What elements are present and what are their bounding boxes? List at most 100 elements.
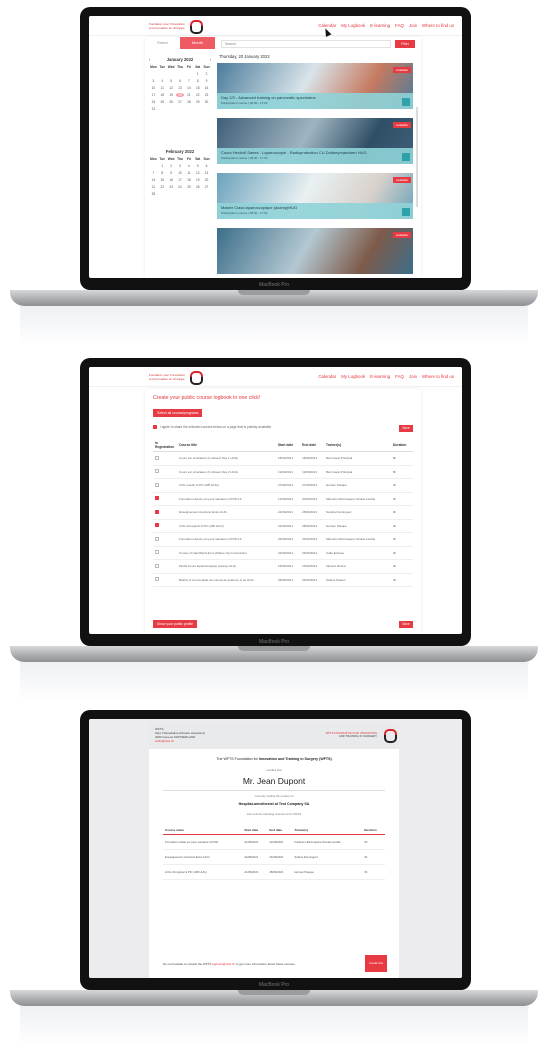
calendar-day[interactable]: 3 (149, 79, 158, 83)
calendar-day[interactable]: 14 (149, 178, 158, 182)
contact-link[interactable]: logbook@wfts.ch (212, 962, 235, 966)
calendar-day[interactable]: 7 (149, 171, 158, 175)
nav-faq[interactable]: FAQ (395, 23, 404, 28)
select-cell[interactable] (153, 519, 177, 533)
calendar-day[interactable]: 11 (184, 171, 193, 175)
select-cell[interactable] (153, 451, 177, 466)
save-button[interactable]: Save (399, 425, 413, 432)
row-checkbox[interactable] (155, 523, 159, 528)
open-event-button[interactable] (402, 208, 410, 216)
calendar-day[interactable]: 16 (167, 178, 176, 182)
calendar-day[interactable]: 8 (193, 79, 202, 83)
select-cell[interactable] (153, 505, 177, 520)
select-cell[interactable] (153, 465, 177, 479)
calendar-day[interactable]: 21 (149, 185, 158, 189)
row-checkbox[interactable] (155, 536, 159, 541)
nav-elearning[interactable]: E-learning (370, 23, 390, 28)
calendar-day[interactable]: 9 (202, 79, 211, 83)
calendar-day[interactable]: 6 (202, 164, 211, 168)
row-checkbox[interactable] (155, 482, 159, 487)
agree-checkbox-row[interactable]: I agree to share the selected courses be… (153, 425, 271, 429)
calendar-day[interactable]: 30 (202, 100, 211, 104)
calendar-day[interactable]: 25 (158, 100, 167, 104)
show-profile-button[interactable]: Show your public profile (153, 620, 197, 628)
prev-month-icon[interactable]: ‹ (149, 57, 150, 62)
calendar-day[interactable]: 17 (149, 93, 158, 97)
next-month-icon[interactable]: › (210, 57, 211, 62)
footer-save-button[interactable]: Save (399, 621, 413, 628)
calendar-day[interactable]: 6 (176, 79, 185, 83)
calendar-day[interactable]: 5 (167, 79, 176, 83)
calendar-day[interactable]: 26 (193, 185, 202, 189)
logo[interactable]: Fondation pour l'innovation et la format… (149, 371, 203, 385)
tab-event[interactable]: Event (145, 37, 180, 49)
calendar-day[interactable]: 2 (167, 164, 176, 168)
calendar-day[interactable]: 2 (202, 72, 211, 76)
select-cell[interactable] (153, 532, 177, 547)
row-checkbox[interactable] (155, 455, 159, 460)
logo[interactable]: Fondation pour l'innovation et la format… (149, 20, 203, 34)
calendar-day[interactable]: 5 (193, 164, 202, 168)
calendar-day[interactable]: 31 (149, 107, 158, 111)
calendar-day[interactable]: 4 (158, 79, 167, 83)
row-checkbox[interactable] (155, 577, 159, 582)
event-card[interactable]: Available Master Class laparoscopique (ac… (217, 173, 413, 219)
select-cell[interactable] (153, 478, 177, 493)
calendar-day[interactable]: 1 (193, 72, 202, 76)
row-checkbox[interactable] (155, 550, 159, 555)
calendar-day[interactable]: 14 (184, 86, 193, 90)
calendar-day[interactable]: 10 (176, 171, 185, 175)
calendar-day[interactable]: 24 (149, 100, 158, 104)
calendar-day[interactable]: 12 (167, 86, 176, 90)
select-all-button[interactable]: Select all course/programs (153, 409, 203, 417)
calendar-day[interactable]: 13 (202, 171, 211, 175)
calendar-day[interactable]: 7 (184, 79, 193, 83)
select-cell[interactable] (153, 546, 177, 560)
calendar-day[interactable]: 22 (193, 93, 202, 97)
calendar-day[interactable]: 26 (167, 100, 176, 104)
event-card[interactable]: Available Day 2/3 - Advanced training on … (217, 63, 413, 109)
calendar-day[interactable]: 15 (158, 178, 167, 182)
nav-faq[interactable]: FAQ (395, 374, 404, 379)
event-card[interactable]: Available Cours Hecholi Sanes - Laparosco… (217, 118, 413, 164)
calendar-day[interactable]: 9 (167, 171, 176, 175)
nav-join[interactable]: Join (409, 374, 417, 379)
row-checkbox[interactable] (155, 509, 159, 514)
scrollbar[interactable] (416, 107, 418, 207)
calendar-day[interactable]: 19 (167, 93, 176, 97)
calendar-day[interactable]: 23 (167, 185, 176, 189)
calendar-day[interactable]: 27 (176, 100, 185, 104)
calendar-day[interactable]: 27 (202, 185, 211, 189)
calendar-day[interactable]: 16 (202, 86, 211, 90)
tab-month[interactable]: Month (180, 37, 215, 49)
select-cell[interactable] (153, 492, 177, 506)
filter-button[interactable]: Filter (395, 40, 415, 48)
calendar-day[interactable]: 17 (176, 178, 185, 182)
nav-calendar[interactable]: Calendar (318, 374, 336, 379)
search-input[interactable]: Search (221, 40, 391, 48)
event-card[interactable]: Available (217, 228, 413, 274)
nav-elearning[interactable]: E-learning (370, 374, 390, 379)
select-cell[interactable] (153, 559, 177, 574)
calendar-day[interactable]: 28 (184, 100, 193, 104)
calendar-day[interactable]: 28 (149, 192, 158, 196)
calendar-day[interactable]: 12 (193, 171, 202, 175)
nav-where[interactable]: Where to find us (422, 374, 454, 379)
calendar-day[interactable]: 22 (158, 185, 167, 189)
calendar-day[interactable]: 11 (158, 86, 167, 90)
calendar-day[interactable]: 19 (193, 178, 202, 182)
row-checkbox[interactable] (155, 563, 159, 568)
calendar-day[interactable]: 8 (158, 171, 167, 175)
open-event-button[interactable] (402, 98, 410, 106)
nav-logbook[interactable]: My Logbook (341, 374, 365, 379)
row-checkbox[interactable] (155, 496, 159, 501)
calendar-day[interactable]: 3 (176, 164, 185, 168)
calendar-day[interactable]: 25 (184, 185, 193, 189)
calendar-day[interactable]: 23 (202, 93, 211, 97)
calendar-day[interactable]: 24 (176, 185, 185, 189)
calendar-day[interactable]: 18 (184, 178, 193, 182)
row-checkbox[interactable] (155, 469, 159, 474)
calendar-day[interactable]: 15 (193, 86, 202, 90)
address-email[interactable]: swfts@wfts.ch (155, 739, 205, 743)
calendar-day[interactable]: 20 (175, 93, 185, 97)
